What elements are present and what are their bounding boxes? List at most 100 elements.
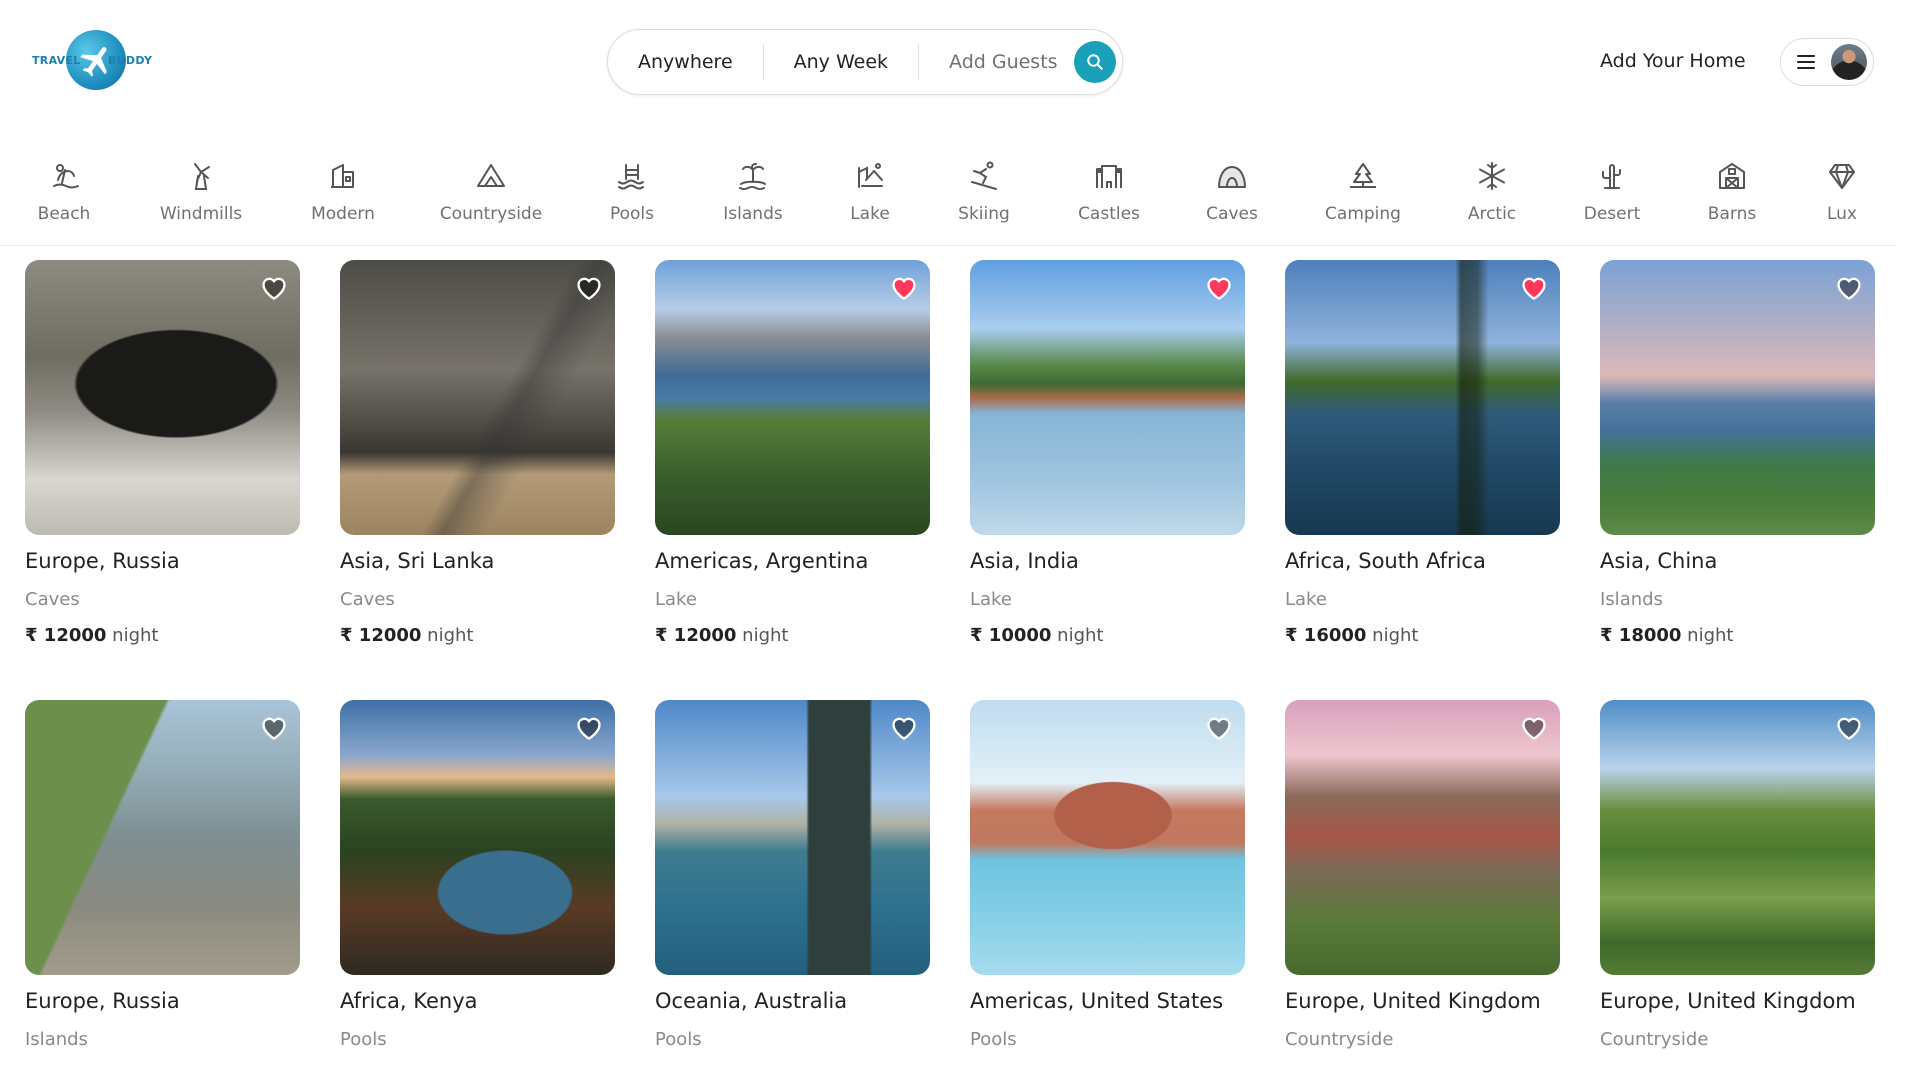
category-bar: Beach Windmills Modern Countryside Pools…	[0, 150, 1896, 246]
mountain-icon	[477, 164, 505, 187]
listing-card[interactable]: Americas, United States Pools	[970, 700, 1245, 1050]
category-beach[interactable]: Beach	[0, 150, 129, 224]
search-guests[interactable]: Add Guests	[918, 44, 1074, 80]
user-menu-button[interactable]	[1780, 38, 1874, 86]
listing-price: ₹ 18000 night	[1600, 625, 1734, 646]
logo-text-travel: TRAVEL	[32, 54, 81, 67]
heart-icon[interactable]	[1520, 714, 1548, 740]
add-your-home-link[interactable]: Add Your Home	[1600, 50, 1746, 72]
listing-card[interactable]: Europe, United Kingdom Countryside	[1285, 700, 1560, 1050]
pool-icon	[618, 164, 644, 190]
listing-location: Europe, United Kingdom	[1285, 989, 1541, 1013]
snowflake-icon	[1479, 162, 1505, 190]
listing-price: ₹ 10000 night	[970, 625, 1104, 646]
heart-icon[interactable]	[260, 274, 288, 300]
listing-photo[interactable]	[655, 700, 930, 975]
category-windmills[interactable]: Windmills	[136, 150, 266, 224]
listing-card[interactable]: Asia, India Lake ₹ 10000 night	[970, 260, 1245, 646]
listing-card[interactable]: Europe, Russia Islands	[25, 700, 300, 1050]
listing-location: Africa, Kenya	[340, 989, 478, 1013]
island-icon	[739, 163, 766, 191]
category-arctic[interactable]: Arctic	[1427, 150, 1557, 224]
listing-location: Europe, Russia	[25, 549, 180, 573]
listing-photo[interactable]	[1600, 260, 1875, 535]
castle-icon	[1096, 165, 1122, 188]
avatar	[1831, 44, 1867, 80]
listing-price: ₹ 16000 night	[1285, 625, 1419, 646]
listing-category: Pools	[340, 1029, 387, 1050]
modern-building-icon	[331, 164, 354, 188]
listing-card[interactable]: Africa, Kenya Pools	[340, 700, 615, 1050]
listing-photo[interactable]	[340, 260, 615, 535]
listing-photo[interactable]	[340, 700, 615, 975]
heart-filled-icon[interactable]	[1520, 274, 1548, 300]
listing-photo[interactable]	[970, 260, 1245, 535]
listing-location: Americas, Argentina	[655, 549, 869, 573]
heart-icon[interactable]	[890, 714, 918, 740]
heart-icon[interactable]	[1205, 714, 1233, 740]
listing-photo[interactable]	[1285, 260, 1560, 535]
listing-category: Pools	[970, 1029, 1017, 1050]
listing-location: Asia, Sri Lanka	[340, 549, 495, 573]
listing-location: Asia, India	[970, 549, 1079, 573]
heart-icon[interactable]	[575, 714, 603, 740]
listing-location: Africa, South Africa	[1285, 549, 1486, 573]
logo-text-buddy: BUDDY	[108, 54, 153, 67]
hamburger-icon	[1797, 55, 1815, 69]
listing-photo[interactable]	[970, 700, 1245, 975]
listing-category: Countryside	[1285, 1029, 1394, 1050]
category-camping[interactable]: Camping	[1298, 150, 1428, 224]
search-where[interactable]: Anywhere	[608, 44, 763, 80]
listing-photo[interactable]	[655, 260, 930, 535]
search-bar[interactable]: Anywhere Any Week Add Guests	[607, 29, 1123, 95]
heart-filled-icon[interactable]	[890, 274, 918, 300]
listing-card[interactable]: Oceania, Australia Pools	[655, 700, 930, 1050]
category-caves[interactable]: Caves	[1167, 150, 1297, 224]
skiing-icon	[971, 161, 997, 190]
listing-card[interactable]: Asia, Sri Lanka Caves ₹ 12000 night	[340, 260, 615, 646]
heart-filled-icon[interactable]	[1205, 274, 1233, 300]
travel-buddy-logo[interactable]: TRAVEL BUDDY	[30, 26, 152, 96]
listing-category: Lake	[970, 589, 1012, 610]
listing-location: Asia, China	[1600, 549, 1718, 573]
listing-card[interactable]: Americas, Argentina Lake ₹ 12000 night	[655, 260, 930, 646]
barn-icon	[1719, 163, 1745, 189]
listing-price: ₹ 12000 night	[655, 625, 789, 646]
listing-photo[interactable]	[25, 700, 300, 975]
listing-card[interactable]: Europe, United Kingdom Countryside	[1600, 700, 1875, 1050]
listing-category: Islands	[25, 1029, 88, 1050]
listing-photo[interactable]	[1285, 700, 1560, 975]
heart-icon[interactable]	[1835, 714, 1863, 740]
listing-category: Countryside	[1600, 1029, 1709, 1050]
category-islands[interactable]: Islands	[688, 150, 818, 224]
cave-icon	[1218, 166, 1246, 188]
listing-location: Oceania, Australia	[655, 989, 848, 1013]
listing-location: Americas, United States	[970, 989, 1224, 1013]
listing-photo[interactable]	[25, 260, 300, 535]
listing-card[interactable]: Africa, South Africa Lake ₹ 16000 night	[1285, 260, 1560, 646]
category-lake[interactable]: Lake	[805, 150, 935, 224]
listing-category: Pools	[655, 1029, 702, 1050]
category-countryside[interactable]: Countryside	[426, 150, 556, 224]
listing-category: Caves	[340, 589, 395, 610]
search-icon	[1086, 54, 1103, 70]
camping-icon	[1350, 163, 1376, 188]
search-when[interactable]: Any Week	[762, 44, 918, 80]
heart-icon[interactable]	[260, 714, 288, 740]
top-header: TRAVEL BUDDY Anywhere Any Week Add Guest…	[0, 0, 1896, 124]
category-lux[interactable]: Lux	[1777, 150, 1907, 224]
category-skiing[interactable]: Skiing	[919, 150, 1049, 224]
category-castles[interactable]: Castles	[1044, 150, 1174, 224]
listing-location: Europe, Russia	[25, 989, 180, 1013]
search-button[interactable]	[1073, 41, 1116, 83]
listing-location: Europe, United Kingdom	[1600, 989, 1856, 1013]
listing-category: Caves	[25, 589, 80, 610]
category-pools[interactable]: Pools	[567, 150, 697, 224]
listing-card[interactable]: Asia, China Islands ₹ 18000 night	[1600, 260, 1875, 646]
listing-photo[interactable]	[1600, 700, 1875, 975]
listing-card[interactable]: Europe, Russia Caves ₹ 12000 night	[25, 260, 300, 646]
heart-icon[interactable]	[575, 274, 603, 300]
category-desert[interactable]: Desert	[1547, 150, 1677, 224]
heart-icon[interactable]	[1835, 274, 1863, 300]
category-modern[interactable]: Modern	[278, 150, 408, 224]
